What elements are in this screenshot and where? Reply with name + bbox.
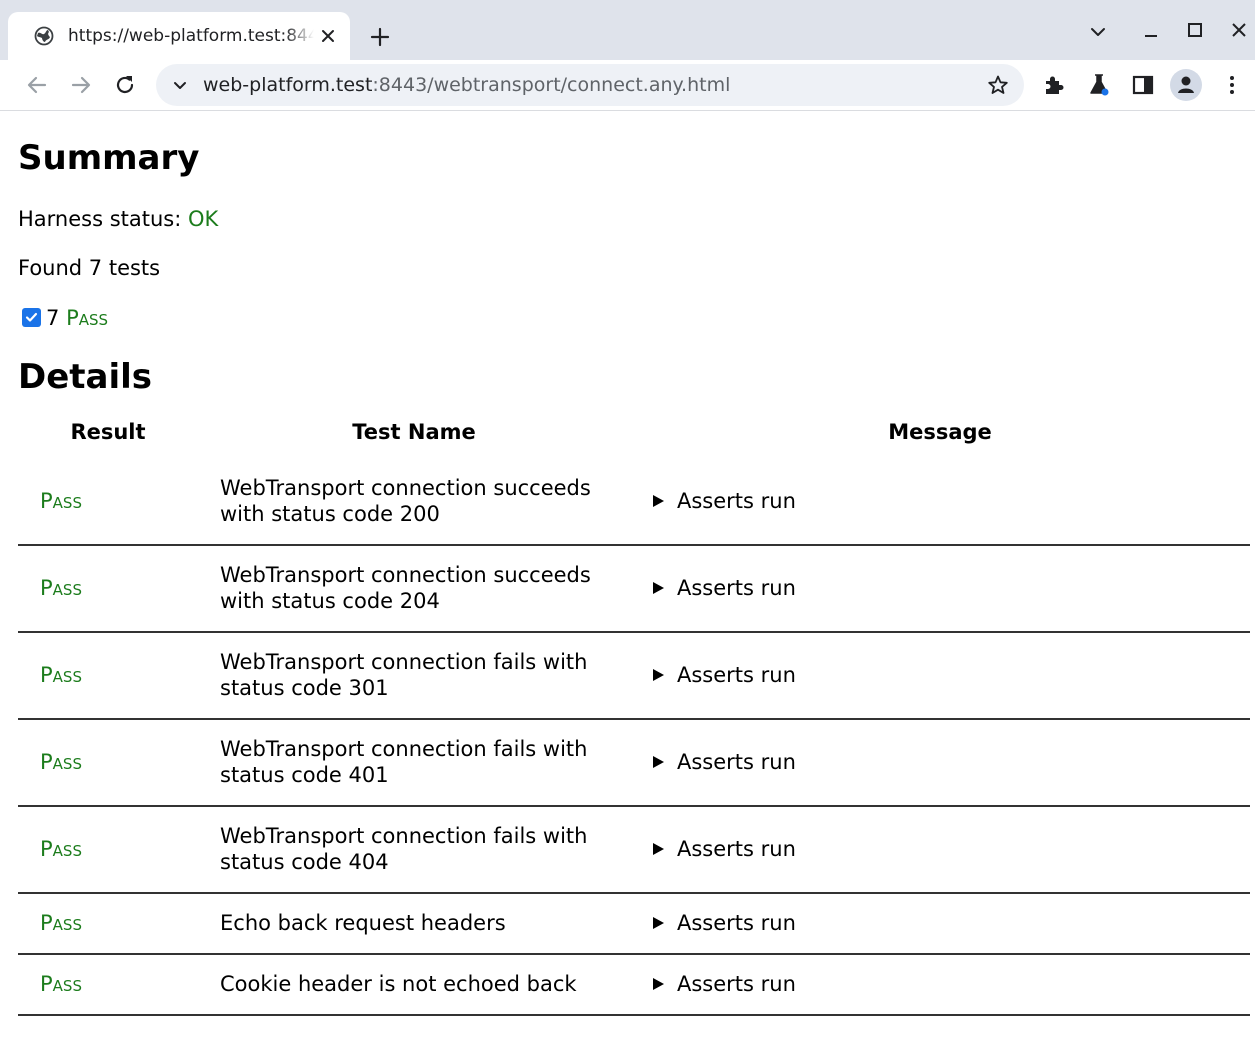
harness-status-value: OK: [188, 207, 219, 231]
disclosure-triangle-icon: [653, 917, 664, 929]
disclosure-triangle-icon: [653, 756, 664, 768]
profile-icon: [1178, 76, 1194, 93]
result-cell: Pass: [40, 576, 82, 600]
browser-window: https://web-platform.test:8443/webtransp…: [0, 0, 1255, 1055]
url-path: :8443/webtransport/connect.any.html: [372, 74, 731, 96]
disclosure-triangle-icon: [653, 669, 664, 681]
column-header-test-name: Test Name: [352, 420, 476, 444]
back-arrow-icon[interactable]: [24, 72, 50, 98]
table-row: Pass WebTransport connection fails with …: [18, 633, 1250, 720]
asserts-run-toggle[interactable]: Asserts run: [653, 910, 796, 936]
pass-count: 7: [46, 306, 60, 330]
message-text: Asserts run: [677, 911, 796, 935]
message-text: Asserts run: [677, 837, 796, 861]
tab-title: https://web-platform.test:8443/webtransp…: [68, 26, 314, 46]
message-text: Asserts run: [677, 972, 796, 996]
table-row: Pass WebTransport connection succeeds wi…: [18, 546, 1250, 633]
asserts-run-toggle[interactable]: Asserts run: [653, 488, 796, 514]
harness-status-label: Harness status:: [18, 207, 188, 231]
kebab-menu-icon[interactable]: [1219, 72, 1245, 98]
message-text: Asserts run: [677, 489, 796, 513]
disclosure-triangle-icon: [653, 582, 664, 594]
browser-toolbar: web-platform.test:8443/webtransport/conn…: [0, 60, 1255, 111]
reload-icon[interactable]: [112, 72, 138, 98]
close-icon[interactable]: [318, 26, 338, 46]
result-cell: Pass: [40, 663, 82, 687]
address-bar[interactable]: web-platform.test:8443/webtransport/conn…: [156, 64, 1024, 106]
test-name-cell: WebTransport connection fails with statu…: [220, 650, 588, 700]
disclosure-triangle-icon: [653, 978, 664, 990]
close-window-icon[interactable]: [1227, 18, 1251, 42]
extensions-icon[interactable]: [1041, 72, 1067, 98]
table-row: Pass WebTransport connection fails with …: [18, 807, 1250, 894]
pass-filter-label: 7 Pass: [46, 304, 108, 332]
result-cell: Pass: [40, 972, 82, 996]
message-text: Asserts run: [677, 576, 796, 600]
table-row: Pass Echo back request headers Asserts r…: [18, 894, 1250, 955]
message-text: Asserts run: [677, 663, 796, 687]
forward-arrow-icon[interactable]: [68, 72, 94, 98]
profile-button[interactable]: [1170, 69, 1202, 101]
details-heading: Details: [18, 357, 153, 397]
tab-active[interactable]: https://web-platform.test:8443/webtransp…: [8, 12, 350, 60]
message-text: Asserts run: [677, 750, 796, 774]
asserts-run-toggle[interactable]: Asserts run: [653, 662, 796, 688]
chevron-down-icon[interactable]: [170, 75, 190, 95]
column-header-message: Message: [888, 420, 992, 444]
labs-flask-icon[interactable]: [1086, 72, 1112, 98]
test-name-cell: Echo back request headers: [220, 911, 506, 935]
asserts-run-toggle[interactable]: Asserts run: [653, 836, 796, 862]
test-name-cell: WebTransport connection fails with statu…: [220, 737, 588, 787]
url-host: web-platform.test: [203, 74, 373, 96]
asserts-run-toggle[interactable]: Asserts run: [653, 971, 796, 997]
url-text[interactable]: web-platform.test:8443/webtransport/conn…: [203, 73, 730, 97]
result-cell: Pass: [40, 489, 82, 513]
page-content: Summary Harness status: OK Found 7 tests…: [0, 111, 1255, 1055]
result-cell: Pass: [40, 750, 82, 774]
test-name-cell: WebTransport connection succeeds with st…: [220, 563, 591, 613]
disclosure-triangle-icon: [653, 843, 664, 855]
checkmark-icon: [25, 312, 38, 322]
disclosure-triangle-icon: [653, 495, 664, 507]
found-tests-text: Found 7 tests: [18, 256, 161, 280]
result-cell: Pass: [40, 911, 82, 935]
column-header-result: Result: [70, 420, 146, 444]
pass-filter-checkbox[interactable]: [22, 308, 41, 327]
asserts-run-toggle[interactable]: Asserts run: [653, 575, 796, 601]
chevron-down-icon[interactable]: [1086, 20, 1110, 44]
plus-icon[interactable]: [367, 24, 393, 50]
summary-heading: Summary: [18, 138, 200, 178]
table-row: Pass WebTransport connection succeeds wi…: [18, 459, 1250, 546]
side-panel-icon[interactable]: [1130, 72, 1156, 98]
test-name-cell: Cookie header is not echoed back: [220, 972, 577, 996]
test-name-cell: WebTransport connection fails with statu…: [220, 824, 588, 874]
maximize-icon[interactable]: [1183, 18, 1207, 42]
asserts-run-toggle[interactable]: Asserts run: [653, 749, 796, 775]
tab-strip: https://web-platform.test:8443/webtransp…: [0, 0, 1255, 60]
test-name-cell: WebTransport connection succeeds with st…: [220, 476, 591, 526]
harness-status: Harness status: OK: [18, 205, 218, 233]
pass-label: Pass: [66, 306, 109, 330]
table-row: Pass Cookie header is not echoed back As…: [18, 955, 1250, 1016]
star-icon[interactable]: [987, 74, 1009, 96]
minimize-icon[interactable]: [1139, 20, 1163, 44]
table-row: Pass WebTransport connection fails with …: [18, 720, 1250, 807]
result-cell: Pass: [40, 837, 82, 861]
globe-icon: [34, 26, 54, 46]
